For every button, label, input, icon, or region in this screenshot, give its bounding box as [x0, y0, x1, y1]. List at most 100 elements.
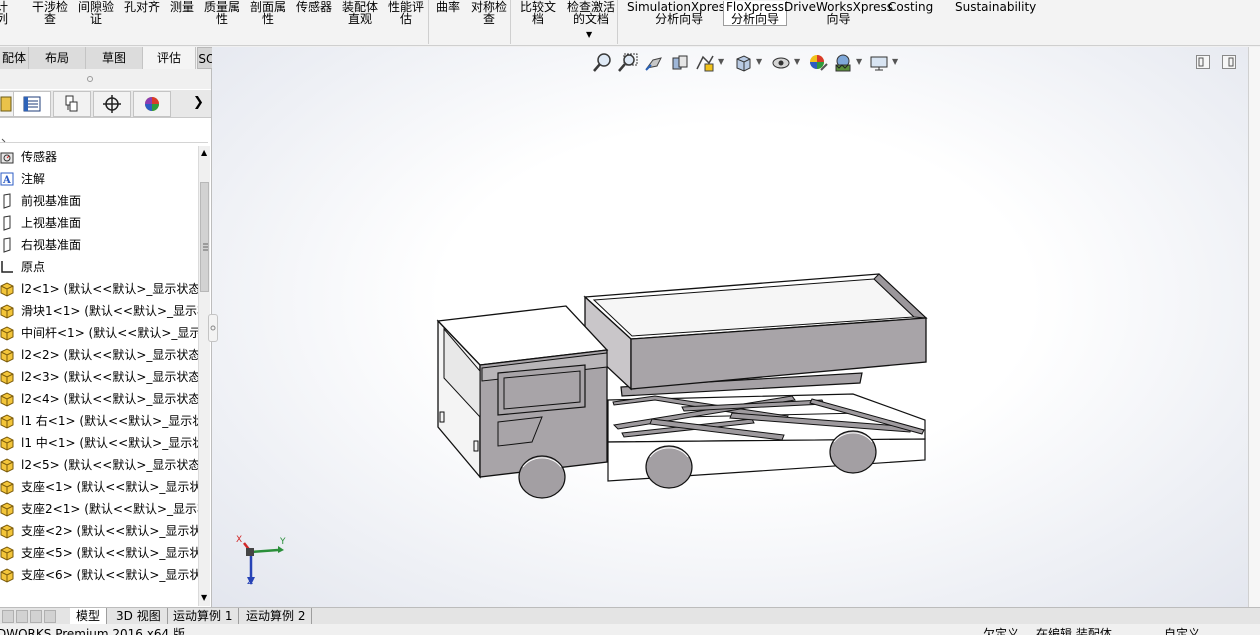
next-tab-nav-button[interactable] [30, 610, 42, 623]
document-tab-0[interactable]: 模型 [70, 608, 108, 624]
previous-view-icon[interactable] [643, 52, 665, 74]
tree-item[interactable]: l2<3> (默认<<默认>_显示状态 [0, 366, 198, 388]
tree-item[interactable]: 上视基准面 [0, 212, 198, 234]
tree-item-label: l2<4> (默认<<默认>_显示状态 [21, 392, 198, 406]
status-bar: DWORKS Premium 2016 x64 版 欠定义 在编辑 装配体 自定… [0, 624, 1260, 635]
chevron-down-icon[interactable]: ▼ [756, 57, 762, 66]
tree-item[interactable]: 支座<5> (默认<<默认>_显示状 [0, 542, 198, 564]
tree-item[interactable]: A 注解 [0, 168, 198, 190]
graphics-viewport[interactable]: ▼ ▼ ▼ ▼ ▼ Y X Z [212, 47, 1260, 607]
part-icon [0, 523, 16, 539]
tab-property-manager[interactable] [13, 91, 51, 117]
ribbon-button-9[interactable]: 性能评 估 [386, 1, 426, 25]
feature-manager-panel: ❯ 传感器 A 注解 前视基准面 上视基准面 右视基准面 原点 l2<1> (默认<<默认>_… [0, 69, 212, 607]
document-tab-3[interactable]: 运动算例 2 [240, 608, 313, 624]
tree-item[interactable]: l2<4> (默认<<默认>_显示状态 [0, 388, 198, 410]
tree-item[interactable]: 原点 [0, 256, 198, 278]
ribbon-button-5[interactable]: 质量属 性 [202, 1, 242, 25]
ribbon-button-13[interactable]: 检查激活 的文档 [565, 1, 617, 25]
ribbon-button-2[interactable]: 间隙验 证 [76, 1, 116, 25]
ribbon-button-8[interactable]: 装配体 直观 [340, 1, 380, 25]
tree-item[interactable]: 支座2<1> (默认<<默认>_显示状 [0, 498, 198, 520]
tree-item[interactable]: l2<2> (默认<<默认>_显示状态 [0, 344, 198, 366]
tree-item[interactable]: 支座<6> (默认<<默认>_显示状 [0, 564, 198, 586]
tab-3[interactable]: 评估 [143, 47, 196, 69]
tab-configuration-manager[interactable] [53, 91, 91, 117]
part-icon [0, 435, 16, 451]
scroll-up-icon[interactable]: ▲ [201, 148, 207, 157]
tree-item[interactable]: 前视基准面 [0, 190, 198, 212]
truck-model[interactable] [424, 267, 944, 507]
command-manager-ribbon: ▼ 计 列 干涉检 查间隙验 证孔对齐 测量 质量属 性剖面属 性传感器 装配体 直观性… [0, 0, 1260, 46]
origin-icon [0, 259, 16, 275]
edit-appearance-icon[interactable] [807, 52, 829, 74]
tree-item[interactable]: l2<5> (默认<<默认>_显示状态 [0, 454, 198, 476]
tree-filter[interactable] [0, 119, 208, 143]
viewport-split-button[interactable] [1222, 55, 1236, 69]
last-tab-nav-button[interactable] [44, 610, 56, 623]
tree-item-label: 支座<2> (默认<<默认>_显示状 [21, 524, 198, 538]
ribbon-button-6[interactable]: 剖面属 性 [248, 1, 288, 25]
scroll-down-icon[interactable]: ▼ [201, 593, 207, 602]
panel-collapse-handle[interactable] [208, 314, 218, 342]
chevron-down-icon[interactable]: ▼ [718, 57, 724, 66]
dropdown-arrow-icon[interactable]: ▼ [586, 30, 592, 39]
tree-item[interactable]: l1 右<1> (默认<<默认>_显示状 [0, 410, 198, 432]
tree-item[interactable]: 中间杆<1> (默认<<默认>_显示 [0, 322, 198, 344]
ribbon-button-0[interactable]: 计 列 [0, 1, 10, 25]
panel-tabs: ❯ [0, 90, 211, 118]
tree-scrollbar[interactable]: ▲ ▼ [198, 146, 210, 606]
part-icon [0, 325, 16, 341]
ribbon-button-17[interactable]: Costing [886, 1, 935, 13]
ribbon-button-3[interactable]: 孔对齐 [122, 1, 162, 13]
tab-display-manager[interactable] [133, 91, 171, 117]
apply-scene-icon[interactable] [832, 52, 854, 74]
status-units[interactable]: 自定义 [1164, 625, 1200, 635]
ribbon-button-10[interactable]: 曲率 [434, 1, 462, 13]
ribbon-button-12[interactable]: 比较文 档 [518, 1, 558, 25]
prev-tab-nav-button[interactable] [16, 610, 28, 623]
appearance-pie-icon [145, 97, 159, 111]
chevron-down-icon[interactable]: ▼ [856, 57, 862, 66]
ribbon-button-4[interactable]: 测量 [168, 1, 196, 13]
ribbon-button-15[interactable]: FloXpress 分析向导 [723, 1, 787, 26]
view-settings-icon[interactable] [868, 52, 890, 74]
tree-item-label: l2<1> (默认<<默认>_显示状态 [21, 282, 198, 296]
ribbon-button-16[interactable]: DriveWorksXpress 向导 [782, 1, 895, 25]
ribbon-button-11[interactable]: 对称检 查 [469, 1, 509, 25]
display-style-icon[interactable] [770, 52, 792, 74]
tab-0[interactable]: 配体 [0, 47, 29, 69]
tree-item-label: l1 中<1> (默认<<默认>_显示状 [21, 436, 198, 450]
status-product-version: DWORKS Premium 2016 x64 版 [0, 627, 185, 635]
document-tab-1[interactable]: 3D 视图 [110, 608, 168, 624]
section-view-icon[interactable] [669, 52, 691, 74]
tab-dimxpert-manager[interactable] [93, 91, 131, 117]
tree-item[interactable]: 支座<2> (默认<<默认>_显示状 [0, 520, 198, 542]
scroll-thumb[interactable] [200, 182, 209, 292]
ribbon-separator [428, 0, 429, 44]
zoom-to-area-icon[interactable] [617, 52, 639, 74]
chevron-down-icon[interactable]: ▼ [892, 57, 898, 66]
ribbon-button-7[interactable]: 传感器 [294, 1, 334, 13]
ribbon-button-18[interactable]: Sustainability [953, 1, 1038, 13]
ribbon-button-14[interactable]: SimulationXpress 分析向导 [625, 1, 733, 25]
tree-item[interactable]: 支座<1> (默认<<默认>_显示状 [0, 476, 198, 498]
view-orientation-icon[interactable] [732, 52, 754, 74]
viewport-restore-button[interactable] [1196, 55, 1210, 69]
tree-item[interactable]: 右视基准面 [0, 234, 198, 256]
tab-1[interactable]: 布局 [29, 47, 86, 69]
chevron-right-icon[interactable]: ❯ [193, 95, 204, 110]
tab-2[interactable]: 草图 [86, 47, 143, 69]
first-tab-nav-button[interactable] [2, 610, 14, 623]
dynamic-annotation-icon[interactable] [694, 52, 716, 74]
tree-item[interactable]: 传感器 [0, 146, 198, 168]
panel-grip[interactable] [0, 69, 211, 89]
document-tab-2[interactable]: 运动算例 1 [167, 608, 240, 624]
reference-triad: Y X Z [234, 535, 294, 591]
chevron-down-icon[interactable]: ▼ [794, 57, 800, 66]
tree-item[interactable]: l1 中<1> (默认<<默认>_显示状 [0, 432, 198, 454]
tree-item[interactable]: 滑块1<1> (默认<<默认>_显示状 [0, 300, 198, 322]
tree-item[interactable]: l2<1> (默认<<默认>_显示状态 [0, 278, 198, 300]
ribbon-button-1[interactable]: 干涉检 查 [30, 1, 70, 25]
zoom-to-fit-icon[interactable] [592, 52, 614, 74]
